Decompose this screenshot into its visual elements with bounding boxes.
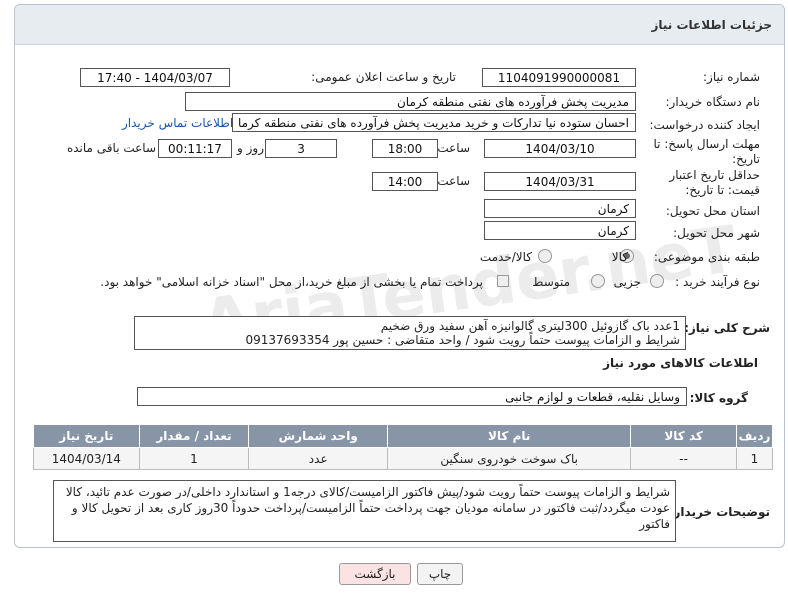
process-partial-radio[interactable] bbox=[650, 274, 664, 288]
goods-table: ردیف کد کالا نام کالا واحد شمارش تعداد /… bbox=[33, 424, 774, 470]
validity-label: حداقل تاریخ اعتبار قیمت: تا تاریخ: bbox=[669, 168, 760, 197]
payment-note: پرداخت تمام یا بخشی از مبلغ خرید،از محل … bbox=[100, 275, 483, 289]
requester-label: ایجاد کننده درخواست: bbox=[649, 118, 760, 132]
category-goods-service-label: کالا/خدمت bbox=[479, 250, 532, 264]
deadline-time-field: 18:00 bbox=[372, 139, 438, 158]
notes-box: شرایط و الزامات پیوست حتماً رویت شود/پیش… bbox=[53, 480, 676, 542]
process-medium-radio[interactable] bbox=[591, 274, 605, 288]
cell-code: -- bbox=[630, 447, 737, 470]
city-field: کرمان bbox=[484, 221, 636, 240]
cell-row: 1 bbox=[735, 447, 774, 470]
validity-time-label: ساعت bbox=[437, 174, 470, 188]
cell-qty: 1 bbox=[138, 447, 250, 470]
deadline-time-label: ساعت bbox=[437, 141, 470, 155]
description-label: شرح کلی نیاز: bbox=[684, 321, 770, 335]
description-line-1: 1عدد باک گازوئیل 300لیتری گالوانیزه آهن … bbox=[380, 319, 680, 333]
city-label: شهر محل تحویل: bbox=[673, 226, 760, 240]
category-label: طبقه بندی موضوعی: bbox=[653, 250, 760, 264]
process-label: نوع فرآیند خرید : bbox=[675, 275, 760, 289]
panel-title: جزئیات اطلاعات نیاز bbox=[15, 5, 784, 45]
process-medium-label: متوسط bbox=[532, 275, 570, 289]
requester-field: احسان ستوده نیا تدارکات و خرید مدیریت پخ… bbox=[232, 113, 636, 132]
goods-group-label: گروه کالا: bbox=[689, 391, 748, 405]
page: جزئیات اطلاعات نیاز AriaTender.neT شماره… bbox=[0, 0, 788, 598]
province-field: کرمان bbox=[484, 199, 636, 218]
announce-label: تاریخ و ساعت اعلان عمومی: bbox=[311, 70, 456, 84]
print-button[interactable]: چاپ bbox=[417, 563, 463, 585]
buyer-field: مدیریت پخش فرآورده های نفتی منطقه کرمان bbox=[185, 92, 636, 111]
goods-section-title: اطلاعات کالاهای مورد نیاز bbox=[603, 356, 758, 370]
cell-date: 1404/03/14 bbox=[33, 447, 140, 470]
remaining-label: ساعت باقی مانده bbox=[66, 141, 156, 155]
validity-time-field: 14:00 bbox=[372, 172, 438, 191]
remaining-time-field: 00:11:17 bbox=[158, 139, 232, 158]
col-date: تاریخ نیاز bbox=[33, 424, 140, 448]
announce-field: 1404/03/07 - 17:40 bbox=[80, 68, 230, 87]
process-partial-label: جزیی bbox=[613, 275, 641, 289]
need-number-label: شماره نیاز: bbox=[703, 70, 760, 84]
treasury-checkbox[interactable] bbox=[497, 275, 509, 287]
cell-name: باک سوخت خودروی سنگین bbox=[387, 447, 632, 470]
contact-buyer-link[interactable]: اطلاعات تماس خریدار bbox=[122, 116, 233, 130]
need-number-field: 1104091990000081 bbox=[482, 68, 636, 87]
category-goods-label: کالا bbox=[611, 250, 628, 264]
cell-unit: عدد bbox=[248, 447, 389, 470]
province-label: استان محل تحویل: bbox=[665, 204, 760, 218]
notes-label: توضیحات خریدار: bbox=[668, 505, 770, 519]
buyer-label: نام دستگاه خریدار: bbox=[665, 95, 761, 109]
description-line-2: شرایط و الزامات پیوست حتماً رویت شود / و… bbox=[245, 333, 681, 347]
col-qty: تعداد / مقدار bbox=[138, 424, 250, 448]
col-code: کد کالا bbox=[630, 424, 737, 448]
description-box: 1عدد باک گازوئیل 300لیتری گالوانیزه آهن … bbox=[134, 316, 686, 350]
back-button[interactable]: بازگشت bbox=[339, 563, 411, 585]
col-name: نام کالا bbox=[387, 424, 632, 448]
col-row: ردیف bbox=[735, 424, 774, 448]
goods-group-field: وسایل نقلیه، قطعات و لوازم جانبی bbox=[137, 387, 687, 406]
days-label: روز و bbox=[237, 141, 264, 155]
deadline-date-field: 1404/03/10 bbox=[484, 139, 636, 158]
table-row: 1 -- باک سوخت خودروی سنگین عدد 1 1404/03… bbox=[33, 447, 774, 470]
days-field: 3 bbox=[265, 139, 337, 158]
col-unit: واحد شمارش bbox=[248, 424, 389, 448]
category-goods-service-radio[interactable] bbox=[538, 249, 552, 263]
validity-date-field: 1404/03/31 bbox=[484, 172, 636, 191]
deadline-label: مهلت ارسال پاسخ: تا تاریخ: bbox=[653, 137, 760, 166]
